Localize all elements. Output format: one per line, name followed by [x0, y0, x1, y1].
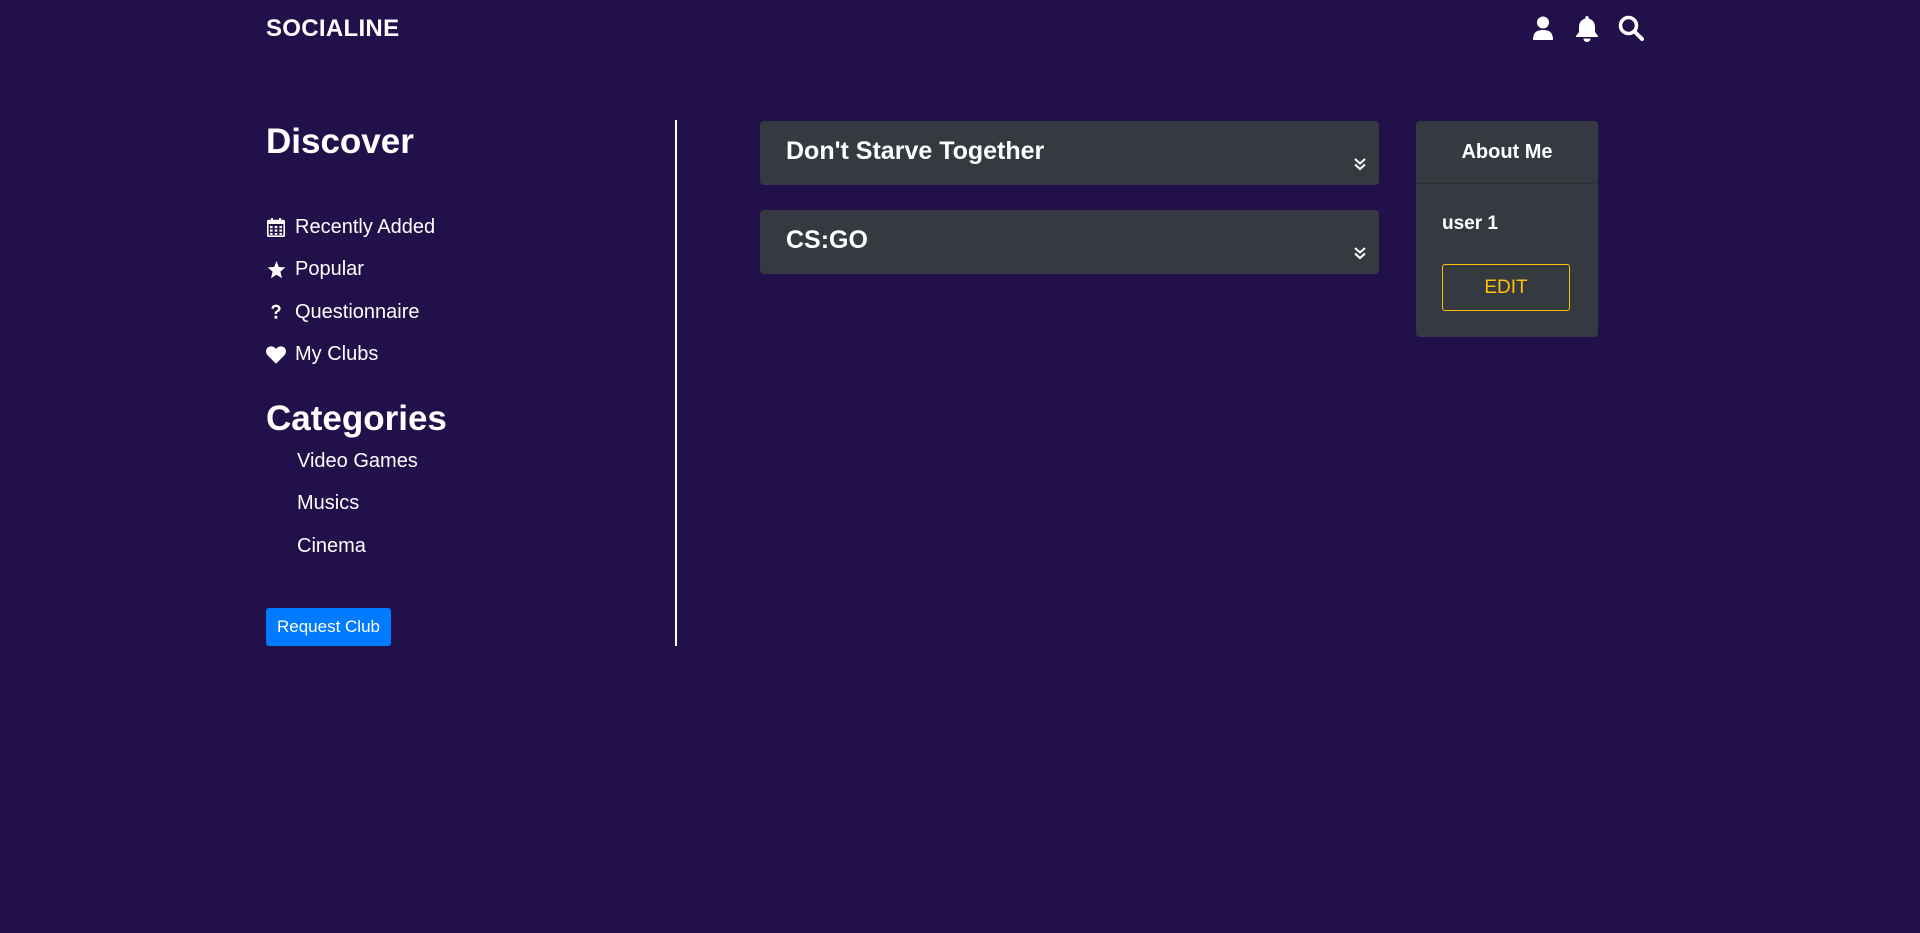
about-me-title: About Me: [1416, 121, 1598, 184]
top-navbar: SOCIALINE: [0, 0, 1920, 64]
discover-list: Recently Added Popular Questionnaire My …: [266, 206, 435, 376]
club-card[interactable]: Don't Starve Together: [760, 121, 1379, 185]
brand-logo[interactable]: SOCIALINE: [266, 15, 399, 43]
club-card[interactable]: CS:GO: [760, 210, 1379, 274]
club-title: CS:GO: [786, 226, 868, 254]
question-icon: [266, 302, 286, 322]
search-icon[interactable]: [1618, 14, 1644, 42]
category-list: Video Games Musics Cinema: [297, 440, 418, 568]
username: user 1: [1442, 213, 1498, 234]
sidebar-item-label: Recently Added: [295, 215, 436, 238]
discover-title: Discover: [266, 122, 414, 161]
sidebar-item-popular[interactable]: Popular: [266, 249, 435, 292]
chevron-double-down-icon[interactable]: [1353, 246, 1367, 260]
sidebar-item-label: My Clubs: [295, 343, 379, 366]
star-icon: [266, 260, 286, 280]
category-item-musics[interactable]: Musics: [297, 483, 418, 526]
sidebar-item-recently-added[interactable]: Recently Added: [266, 206, 435, 249]
sidebar-item-label: Popular: [295, 258, 364, 281]
about-me-card: About Me user 1 EDIT: [1416, 121, 1598, 337]
edit-button[interactable]: EDIT: [1442, 264, 1570, 311]
sidebar-item-my-clubs[interactable]: My Clubs: [266, 334, 435, 377]
sidebar: Discover Recently Added Popular Question…: [266, 120, 677, 646]
category-item-video-games[interactable]: Video Games: [297, 440, 418, 483]
bell-icon[interactable]: [1574, 14, 1600, 42]
navbar-icons: [1530, 14, 1644, 42]
sidebar-item-label: Questionnaire: [295, 300, 420, 323]
heart-icon: [266, 345, 286, 365]
chevron-double-down-icon[interactable]: [1353, 157, 1367, 171]
request-club-button[interactable]: Request Club: [266, 608, 391, 646]
categories-title: Categories: [266, 399, 447, 438]
user-icon[interactable]: [1530, 14, 1556, 42]
category-item-cinema[interactable]: Cinema: [297, 525, 418, 568]
sidebar-item-questionnaire[interactable]: Questionnaire: [266, 291, 435, 334]
calendar-icon: [266, 217, 286, 237]
club-title: Don't Starve Together: [786, 137, 1045, 165]
